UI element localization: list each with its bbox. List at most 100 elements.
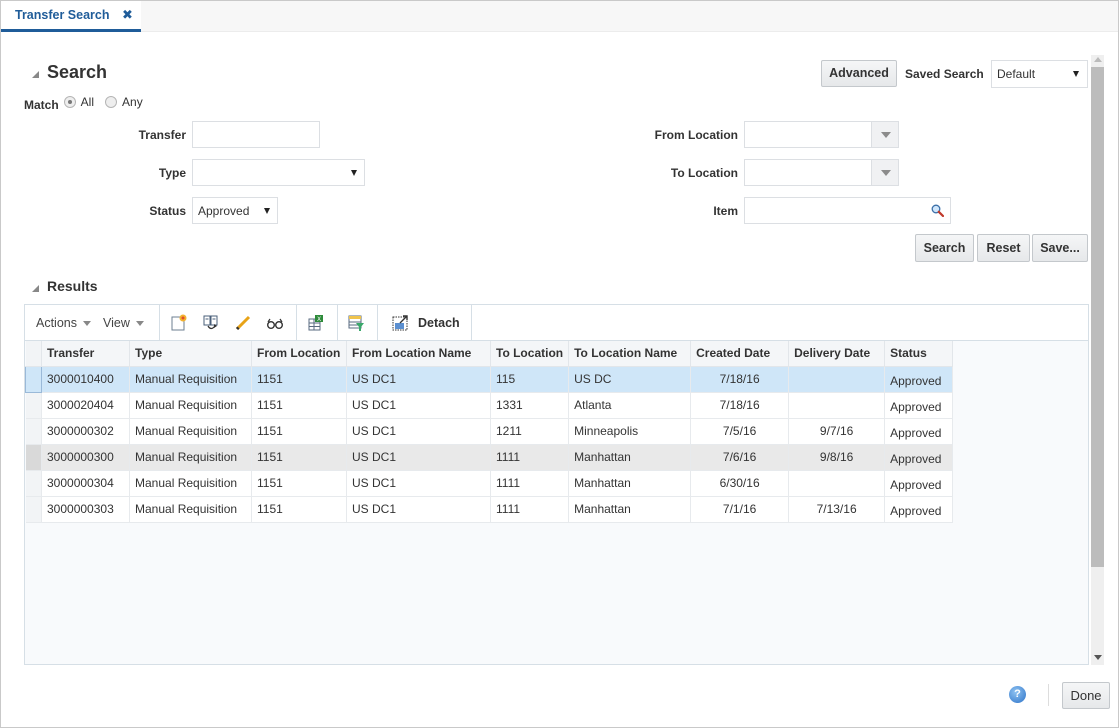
edit-icon[interactable] [234, 314, 252, 332]
column-header-to-location[interactable]: To Location [490, 341, 570, 367]
create-icon[interactable] [170, 314, 188, 332]
from-location-combobox[interactable] [744, 121, 899, 148]
results-table: Transfer Type From Location From Locatio… [25, 341, 954, 523]
cell-status: Approved [884, 366, 954, 393]
search-title: Search [47, 62, 108, 82]
table-row[interactable]: 3000000303 Manual Requisition 1151 US DC1 11… [25, 496, 954, 523]
column-header-type[interactable]: Type [129, 341, 252, 367]
chevron-down-icon [1073, 71, 1079, 77]
cell-to-location: 1331 [490, 392, 570, 419]
reset-button[interactable]: Reset [977, 234, 1030, 262]
tab-transfer-search[interactable]: Transfer Search ✖ [1, 1, 141, 32]
cell-transfer[interactable]: 3000000300 [41, 444, 130, 471]
match-all-label[interactable]: All [81, 95, 94, 109]
save-search-button[interactable]: Save... [1032, 234, 1088, 262]
row-header[interactable] [25, 418, 42, 445]
column-header-to-location-name[interactable]: To Location Name [568, 341, 692, 367]
item-input[interactable] [744, 197, 951, 224]
row-header[interactable] [25, 470, 42, 497]
column-header-from-location[interactable]: From Location [251, 341, 347, 367]
scroll-down-arrow-icon[interactable] [1094, 655, 1102, 660]
results-title: Results [47, 278, 98, 294]
collapse-triangle-icon[interactable] [32, 284, 39, 292]
transfer-input[interactable] [192, 121, 320, 148]
row-header[interactable] [25, 392, 42, 419]
cell-delivery-date: 9/8/16 [788, 444, 886, 471]
results-table-area: Transfer Type From Location From Locatio… [25, 341, 1088, 664]
view-glasses-icon[interactable] [266, 314, 284, 332]
cell-to-location-name: Manhattan [568, 444, 692, 471]
cell-from-location: 1151 [251, 496, 347, 523]
cell-created-date: 6/30/16 [690, 470, 790, 497]
type-select[interactable] [192, 159, 365, 186]
search-section-header[interactable]: Search [32, 62, 107, 83]
svg-text:X: X [317, 316, 321, 323]
cell-to-location: 1111 [490, 496, 570, 523]
toolbar-divider [471, 305, 472, 341]
table-row[interactable]: 3000000302 Manual Requisition 1151 US DC1 12… [25, 418, 954, 445]
done-button[interactable]: Done [1062, 682, 1110, 709]
cell-created-date: 7/5/16 [690, 418, 790, 445]
actions-menu[interactable]: Actions [36, 316, 91, 330]
vertical-scrollbar[interactable] [1091, 55, 1104, 665]
cell-transfer[interactable]: 3000000303 [41, 496, 130, 523]
column-header-status[interactable]: Status [884, 341, 954, 367]
to-location-dropdown-button[interactable] [871, 160, 898, 185]
cell-transfer[interactable]: 3000020404 [41, 392, 130, 419]
cell-type: Manual Requisition [129, 444, 252, 471]
search-button[interactable]: Search [915, 234, 974, 262]
help-icon[interactable]: ? [1009, 686, 1026, 703]
saved-search-select[interactable]: Default [991, 60, 1088, 88]
from-location-label: From Location [654, 128, 738, 142]
column-header-created-date[interactable]: Created Date [690, 341, 790, 367]
split-icon[interactable] [202, 314, 220, 332]
scrollbar-thumb[interactable] [1091, 67, 1104, 567]
match-any-label[interactable]: Any [122, 95, 143, 109]
toolbar-divider [296, 305, 297, 341]
match-all-radio[interactable] [63, 96, 76, 108]
detach-button[interactable]: Detach [392, 314, 460, 332]
cell-created-date: 7/18/16 [690, 392, 790, 419]
cell-transfer[interactable]: 3000000302 [41, 418, 130, 445]
cell-status: Approved [884, 444, 954, 471]
cell-status: Approved [884, 392, 954, 419]
status-select[interactable]: Approved [192, 197, 278, 224]
cell-to-location: 115 [490, 366, 570, 393]
match-any-radio[interactable] [105, 96, 118, 108]
table-header-row: Transfer Type From Location From Locatio… [25, 341, 954, 367]
collapse-triangle-icon[interactable] [32, 71, 39, 78]
row-header[interactable] [25, 444, 42, 471]
cell-to-location-name: Manhattan [568, 496, 692, 523]
table-row[interactable]: 3000000304 Manual Requisition 1151 US DC1 11… [25, 470, 954, 497]
saved-search-label: Saved Search [905, 67, 984, 81]
close-icon[interactable]: ✖ [122, 7, 133, 23]
reset-button-label: Reset [986, 241, 1021, 255]
cell-transfer[interactable]: 3000010400 [41, 366, 130, 393]
cell-type: Manual Requisition [129, 470, 252, 497]
footer-divider [1048, 684, 1049, 706]
cell-transfer[interactable]: 3000000304 [41, 470, 130, 497]
scroll-up-arrow-icon[interactable] [1094, 57, 1102, 62]
from-location-dropdown-button[interactable] [871, 122, 898, 147]
column-header-from-location-name[interactable]: From Location Name [346, 341, 491, 367]
to-location-combobox[interactable] [744, 159, 899, 186]
row-header[interactable] [25, 365, 42, 393]
column-header-transfer[interactable]: Transfer [41, 341, 130, 367]
table-row[interactable]: 3000000300 Manual Requisition 1151 US DC1 11… [25, 444, 954, 471]
query-by-example-icon[interactable] [347, 314, 365, 332]
view-menu[interactable]: View [103, 316, 144, 330]
export-excel-icon[interactable]: X [307, 314, 325, 332]
cell-type: Manual Requisition [129, 496, 252, 523]
column-header-delivery-date[interactable]: Delivery Date [788, 341, 886, 367]
cell-to-location-name: US DC [568, 366, 692, 393]
table-row[interactable]: 3000010400 Manual Requisition 1151 US DC1 11… [25, 365, 954, 393]
tab-label: Transfer Search [15, 8, 110, 22]
results-section-header[interactable]: Results [32, 278, 98, 294]
row-header[interactable] [25, 496, 42, 523]
search-icon[interactable] [931, 204, 944, 217]
to-location-label: To Location [670, 166, 738, 180]
advanced-button[interactable]: Advanced [821, 60, 897, 87]
cell-created-date: 7/18/16 [690, 366, 790, 393]
table-row[interactable]: 3000020404 Manual Requisition 1151 US DC1 13… [25, 392, 954, 419]
cell-from-location: 1151 [251, 366, 347, 393]
